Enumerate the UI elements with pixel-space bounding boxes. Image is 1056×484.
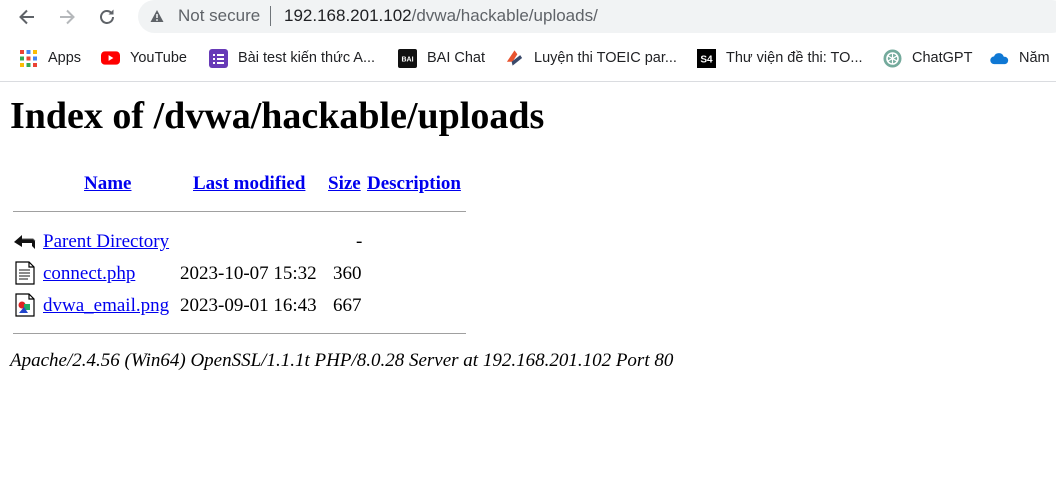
cloud-icon: [990, 49, 1009, 68]
header-divider: [13, 211, 466, 212]
footer-divider: [13, 333, 466, 334]
bai-icon: BAI: [398, 48, 417, 68]
omnibox-divider: [270, 6, 271, 26]
back-arrow-icon: [19, 9, 34, 25]
column-header-name[interactable]: Name: [84, 173, 131, 195]
reload-icon: [100, 9, 114, 24]
address-bar[interactable]: Not secure 192.168.201.102/dvwa/hackable…: [138, 0, 1056, 33]
page-content: Index of /dvwa/hackable/uploads Name Las…: [0, 82, 1056, 484]
bookmark-label: YouTube: [130, 50, 187, 66]
bookmark-toeic[interactable]: Luyện thi TOEIC par...: [505, 40, 677, 76]
url-path: /dvwa/hackable/uploads/: [411, 6, 598, 25]
image-file-icon[interactable]: [13, 293, 37, 317]
back-arrow-icon[interactable]: [13, 229, 37, 253]
table-row: dvwa_email.png 2023-09-01 16:43 667: [10, 291, 530, 317]
s4-icon: S4: [697, 48, 716, 68]
column-header-last-modified[interactable]: Last modified: [193, 173, 305, 195]
bookmarks-bar: Apps YouTube Bài test kiến thức A... BAI…: [0, 40, 1056, 76]
youtube-icon: [101, 49, 120, 68]
file-size: 360: [333, 263, 362, 284]
table-row: Parent Directory -: [10, 227, 530, 253]
table-row: connect.php 2023-10-07 15:32 360: [10, 259, 530, 285]
file-modified: 2023-10-07 15:32: [180, 263, 317, 284]
bookmark-label: BAI Chat: [427, 50, 486, 66]
url-text[interactable]: 192.168.201.102/dvwa/hackable/uploads/: [284, 6, 598, 26]
forms-icon: [209, 48, 228, 68]
forward-arrow-icon: [60, 9, 75, 25]
bookmark-bai-test[interactable]: Bài test kiến thức A...: [209, 40, 375, 76]
server-signature: Apache/2.4.56 (Win64) OpenSSL/1.1.1t PHP…: [10, 350, 674, 371]
page-title: Index of /dvwa/hackable/uploads: [10, 95, 545, 137]
file-link[interactable]: dvwa_email.png: [43, 295, 169, 317]
reload-button[interactable]: [93, 3, 121, 31]
chatgpt-icon: [883, 49, 902, 68]
file-modified: 2023-09-01 16:43: [180, 295, 317, 316]
apps-grid-icon: [19, 49, 38, 68]
bookmark-label: Năm: [1019, 50, 1050, 66]
bookmark-apps[interactable]: Apps: [19, 40, 81, 76]
svg-text:S4: S4: [700, 54, 713, 65]
bookmark-label: ChatGPT: [912, 50, 973, 66]
security-label[interactable]: Not secure: [178, 6, 260, 26]
back-button[interactable]: [13, 3, 41, 31]
warning-icon: [150, 10, 164, 22]
forward-button[interactable]: [53, 3, 81, 31]
url-host: 192.168.201.102: [284, 6, 412, 25]
bookmark-label: Apps: [48, 50, 82, 66]
toeic-icon: [505, 49, 524, 68]
file-link[interactable]: connect.php: [43, 263, 135, 285]
bookmark-label: Luyện thi TOEIC par...: [534, 50, 677, 66]
column-header-size[interactable]: Size: [328, 173, 361, 195]
svg-text:BAI: BAI: [401, 56, 413, 63]
bookmark-nam[interactable]: Năm: [990, 40, 1050, 76]
bookmark-bai-chat[interactable]: BAI BAI Chat: [398, 40, 485, 76]
text-file-icon[interactable]: [13, 261, 37, 285]
bookmark-youtube[interactable]: YouTube: [101, 40, 187, 76]
parent-directory-link[interactable]: Parent Directory: [43, 231, 169, 253]
bookmark-label: Thư viện đề thi: TO...: [726, 50, 863, 66]
file-size: -: [356, 231, 363, 252]
bookmark-thu-vien[interactable]: S4 Thư viện đề thi: TO...: [697, 40, 863, 76]
bookmark-label: Bài test kiến thức A...: [238, 50, 376, 66]
column-header-description[interactable]: Description: [367, 173, 461, 195]
file-size: 667: [333, 295, 362, 316]
browser-toolbar: Not secure 192.168.201.102/dvwa/hackable…: [0, 0, 1056, 34]
bookmark-chatgpt[interactable]: ChatGPT: [883, 40, 972, 76]
